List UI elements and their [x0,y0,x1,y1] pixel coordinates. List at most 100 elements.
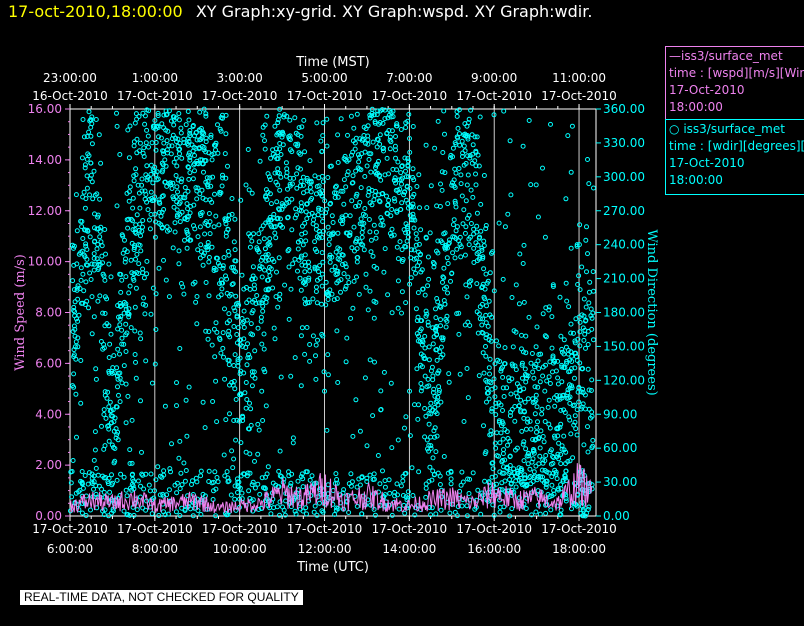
wdir-point [247,400,252,406]
wdir-point [250,264,256,270]
wdir-point [422,373,428,379]
wdir-point [161,257,166,263]
top-tick-label-time: 7:00:00 [386,71,432,85]
wdir-point [125,127,131,133]
wdir-point [327,259,333,265]
wdir-point [399,289,405,295]
wdir-point [136,227,142,233]
wdir-point [346,280,352,285]
wdir-point [559,379,565,385]
wdir-point [149,511,155,517]
wdir-point [181,460,187,466]
wdir-point [546,397,552,403]
wdir-point [427,230,433,236]
x-tick-label-date: 17-Oct-2010 [117,522,193,536]
wdir-point [519,375,525,381]
wdir-point [179,155,185,161]
wdir-point [550,369,555,375]
wdir-point [286,264,292,270]
wdir-point [118,471,124,477]
wdir-point [513,390,519,396]
wdir-point [563,196,569,202]
wdir-point [133,375,139,381]
wdir-point [564,298,570,304]
wdir-point [386,197,392,203]
wdir-point [144,258,150,264]
wdir-point [262,267,267,273]
wdir-point [321,369,327,375]
wdir-point [244,397,250,402]
wdir-point [370,139,376,145]
x-tick-label-date: 17-Oct-2010 [287,522,363,536]
wdir-point [325,372,331,378]
wdir-point [371,471,377,477]
wdir-point [249,482,255,488]
wdir-point [177,438,183,444]
wdir-point [260,132,266,138]
wdir-point [489,408,495,414]
wdir-point [132,328,138,334]
wdir-point [403,168,408,174]
wdir-point [313,284,319,290]
wdir-point [243,380,249,385]
plot-frame [69,108,597,517]
wdir-point [443,324,449,330]
wdir-point [349,479,355,485]
wdir-point [183,122,189,128]
wdir-point [435,118,441,124]
wdir-point [202,231,208,237]
wdir-point [135,478,141,484]
wdir-point [184,201,190,207]
wdir-point [78,277,84,283]
wdir-point [317,263,323,269]
wdir-point [296,125,302,131]
wdir-point [198,242,204,248]
wdir-point [549,345,555,351]
wdir-point [441,108,447,114]
wdir-point [211,224,217,230]
x-tick-label-date: 17-Oct-2010 [32,522,108,536]
wdir-point [481,266,487,272]
wdir-point [259,388,265,394]
wdir-point [173,173,179,178]
wdir-point [92,447,98,453]
wdir-point [398,127,404,132]
wdir-point [558,482,564,488]
top-tick-label-time: 3:00:00 [217,71,263,85]
wdir-point [311,217,316,223]
wdir-point [542,388,548,394]
wdir-point [140,110,146,116]
wdir-point [195,508,201,513]
wdir-point [368,169,374,175]
wdir-point [307,184,313,190]
wdir-point [533,344,539,350]
wdir-point [480,350,486,356]
wdir-point [83,279,89,285]
wdir-point [398,170,404,176]
wdir-point [445,290,450,296]
wdir-point [410,166,416,172]
wdir-point [521,242,527,248]
wdir-point [133,285,139,291]
wdir-point [91,251,97,257]
wdir-point [406,111,412,117]
wdir-point [324,116,330,122]
wdir-point [452,255,458,261]
wdir-point [214,475,220,480]
wdir-point [164,183,170,189]
wdir-point [138,248,144,254]
wdir-point [393,155,398,161]
top-tick-label-date: 17-Oct-2010 [117,89,193,103]
wdir-point [303,238,309,244]
wdir-point [261,366,267,372]
wdir-point [502,345,508,351]
wdir-point [302,149,308,155]
wdir-point [451,217,457,223]
wdir-point [439,169,445,175]
wdir-point [509,295,515,300]
wdir-point [133,222,139,228]
wdir-point [298,383,304,389]
wdir-point [442,131,447,137]
wdir-point [166,294,172,300]
wdir-point [465,319,471,325]
